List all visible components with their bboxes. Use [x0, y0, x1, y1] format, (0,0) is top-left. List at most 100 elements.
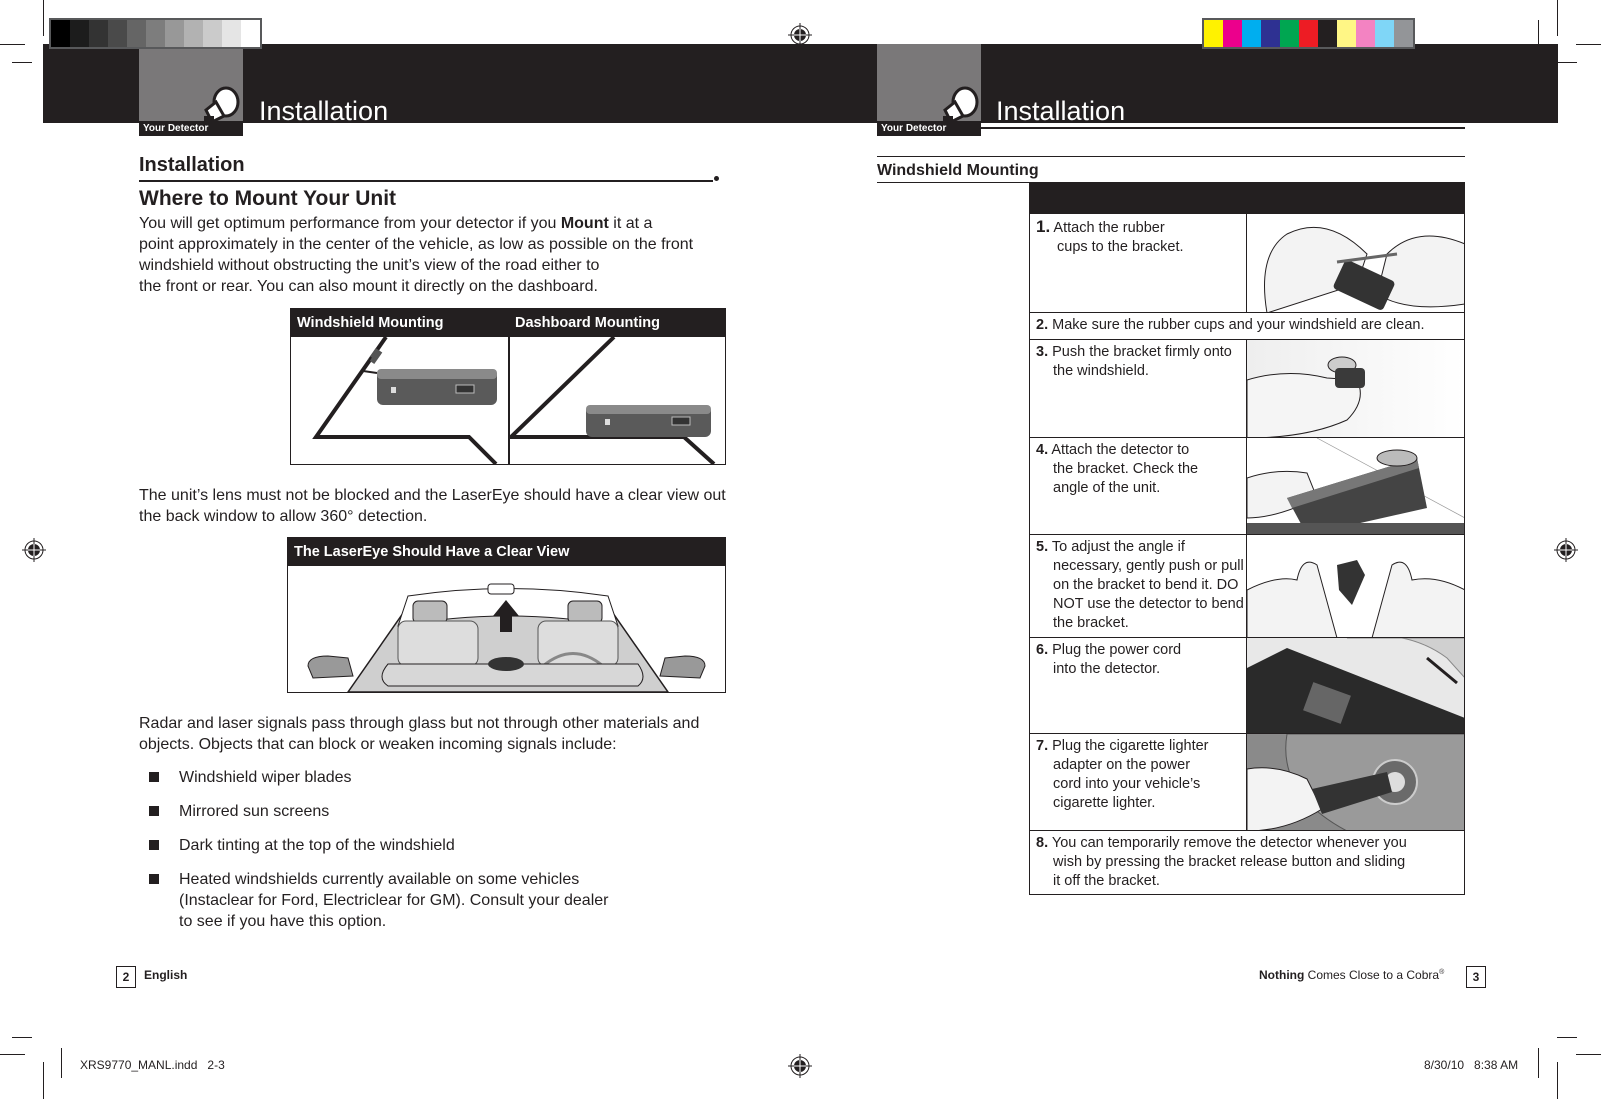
signals-line: Radar and laser signals pass through gla…	[139, 715, 700, 732]
mounting-figure-header: Windshield Mounting Dashboard Mounting	[291, 309, 725, 337]
section-heading: Installation	[139, 154, 245, 176]
dashboard-mounting-label: Dashboard Mounting	[515, 315, 660, 331]
subheading: Where to Mount Your Unit	[139, 187, 397, 210]
step-4-illustration	[1246, 438, 1464, 534]
step-row: 5. To adjust the angle if necessary, gent…	[1030, 534, 1464, 637]
signals-paragraph: Radar and laser signals pass through gla…	[139, 713, 739, 755]
crop-mark	[1557, 1037, 1577, 1038]
lasereye-figure-header: The LaserEye Should Have a Clear View	[288, 538, 725, 566]
crop-mark	[1538, 1048, 1539, 1078]
crop-mark	[12, 62, 32, 63]
color-swatch	[1299, 20, 1318, 47]
step-7-illustration	[1246, 734, 1464, 830]
step-row: 7. Plug the cigarette lighter adapter on …	[1030, 733, 1464, 830]
color-swatch	[184, 20, 203, 47]
crop-mark	[1576, 1054, 1601, 1055]
intro-line: point approximately in the center of the…	[139, 236, 694, 253]
slug-timestamp: 8/30/10 8:38 AM	[1424, 1058, 1519, 1072]
windshield-mounting-heading: Windshield Mounting	[877, 162, 1039, 179]
color-swatch	[1280, 20, 1299, 47]
left-header-title: Installation	[259, 96, 389, 126]
lasereye-figure: The LaserEye Should Have a Clear View	[287, 537, 726, 693]
step-3-illustration	[1246, 340, 1464, 437]
crop-mark	[1557, 0, 1558, 36]
page-number-right: 3	[1466, 966, 1486, 988]
color-swatch	[241, 20, 260, 47]
intro-line: You will get optimum performance from yo…	[139, 215, 653, 232]
color-swatch	[1204, 20, 1223, 47]
color-swatch	[70, 20, 89, 47]
crop-mark	[0, 1054, 25, 1055]
registration-target-icon	[22, 538, 46, 562]
satellite-dish-icon	[943, 86, 979, 122]
color-swatch	[127, 20, 146, 47]
bullet-square-icon	[149, 840, 159, 850]
crop-mark	[61, 1048, 62, 1078]
bullet-square-icon	[149, 772, 159, 782]
left-tab-label: Your Detector	[139, 121, 243, 136]
intro-line: the front or rear. You can also mount it…	[139, 278, 598, 295]
section-top-rule	[877, 156, 1465, 157]
grayscale-color-bar	[49, 18, 262, 49]
lens-line: The unit’s lens must not be blocked and …	[139, 487, 726, 504]
windshield-mount-illustration	[312, 337, 498, 464]
bullet-square-icon	[149, 806, 159, 816]
slug-filename: XRS9770_MANL.indd 2-3	[80, 1058, 225, 1072]
heading-rule-dot	[714, 176, 719, 181]
color-swatch	[222, 20, 241, 47]
step-5-illustration	[1246, 535, 1464, 637]
color-swatch	[203, 20, 222, 47]
lens-line: the back window to allow 360° detection.	[139, 508, 428, 525]
color-swatch	[1337, 20, 1356, 47]
process-color-bar	[1202, 18, 1415, 49]
color-swatch	[1242, 20, 1261, 47]
crop-mark	[1557, 1062, 1558, 1099]
intro-paragraph: You will get optimum performance from yo…	[139, 213, 739, 297]
step-1-illustration	[1246, 214, 1464, 312]
step-row: 4. Attach the detector to the bracket. Ch…	[1030, 437, 1464, 534]
mounting-figure: Windshield Mounting Dashboard Mounting	[290, 308, 726, 465]
steps-table: 1. Attach the rubber cups to the bracket.…	[1029, 183, 1465, 895]
bullet-square-icon	[149, 874, 159, 884]
color-swatch	[1318, 20, 1337, 47]
color-swatch	[165, 20, 184, 47]
intro-line: windshield without obstructing the unit’…	[139, 257, 600, 274]
right-header-title: Installation	[996, 96, 1126, 126]
dashboard-mount-illustration	[509, 337, 716, 464]
car-interior-illustration	[307, 583, 706, 692]
step-row: 3. Push the bracket firmly onto the winds…	[1030, 339, 1464, 437]
footer-language: English	[144, 968, 188, 982]
step-row: 8. You can temporarily remove the detect…	[1030, 830, 1464, 895]
step-row: 1. Attach the rubber cups to the bracket.	[1030, 213, 1464, 312]
color-swatch	[89, 20, 108, 47]
footer-tagline: Nothing Comes Close to a Cobra®	[1259, 968, 1445, 982]
color-swatch	[51, 20, 70, 47]
step-row: 6. Plug the power cord into the detector.	[1030, 637, 1464, 733]
registration-target-icon	[788, 1054, 812, 1078]
color-swatch	[1223, 20, 1242, 47]
heading-rule	[139, 180, 713, 182]
step-6-illustration	[1246, 638, 1464, 733]
crop-mark	[43, 1062, 44, 1099]
satellite-dish-icon	[204, 86, 240, 122]
crop-mark	[0, 44, 25, 45]
header-rule	[981, 127, 1465, 129]
crop-mark	[1576, 44, 1601, 45]
color-swatch	[108, 20, 127, 47]
color-swatch	[1356, 20, 1375, 47]
crop-mark	[1557, 62, 1577, 63]
color-swatch	[1261, 20, 1280, 47]
color-swatch	[146, 20, 165, 47]
signals-line: objects. Objects that can block or weake…	[139, 736, 617, 753]
steps-table-header	[1030, 183, 1464, 213]
page-number-left: 2	[116, 966, 136, 988]
lens-paragraph: The unit’s lens must not be blocked and …	[139, 485, 739, 527]
right-tab-label: Your Detector	[877, 121, 981, 136]
color-swatch	[1375, 20, 1394, 47]
color-swatch	[1394, 20, 1413, 47]
registration-target-icon	[1554, 538, 1578, 562]
windshield-mounting-label: Windshield Mounting	[297, 315, 444, 331]
step-row: 2. Make sure the rubber cups and your wi…	[1030, 312, 1464, 339]
crop-mark	[12, 1037, 32, 1038]
crop-mark	[43, 0, 44, 36]
